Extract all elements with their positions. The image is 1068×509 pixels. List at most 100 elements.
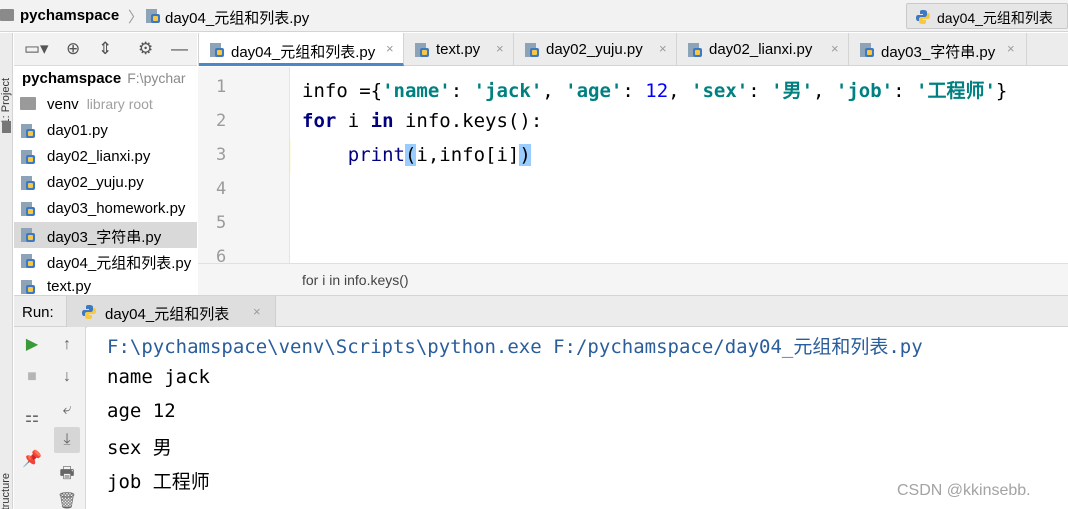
tab-text[interactable]: text.py × [404, 33, 514, 66]
python-file-icon [20, 227, 36, 246]
python-file-icon [859, 42, 875, 61]
line-number-gutter: 1 2 3 4 5 6 [198, 67, 290, 263]
line-number: 6 [216, 247, 227, 263]
structure-tool-window-button[interactable]: Structure [0, 473, 13, 509]
tree-item-venv[interactable]: venv library root [14, 92, 197, 118]
python-run-config-icon [915, 9, 931, 28]
python-file-icon [209, 42, 225, 61]
tab-label: day04_元组和列表.py [231, 44, 376, 61]
console-output-line: name jack [107, 366, 210, 388]
python-file-icon [414, 42, 430, 61]
tab-day02-yuju[interactable]: day02_yuju.py × [514, 33, 677, 66]
tree-venv-name: venv [47, 96, 79, 113]
tree-item-file[interactable]: day02_lianxi.py [14, 144, 197, 170]
hide-panel-icon[interactable]: — [171, 39, 188, 59]
scroll-to-end-icon[interactable]: ⤓ [54, 427, 80, 453]
locate-file-icon[interactable]: ⊕ [66, 39, 80, 59]
scroll-down-icon[interactable]: ↓ [54, 364, 80, 390]
left-tool-stripe: 1: Project Structure [0, 33, 13, 509]
nav-file-name[interactable]: day04_元组和列表.py [165, 7, 309, 28]
close-icon[interactable]: × [386, 41, 394, 56]
project-tree: pychamspace F:\pychar venv library root da… [14, 66, 197, 295]
run-tab[interactable]: day04_元组和列表 × [66, 296, 276, 328]
line-number: 4 [216, 179, 227, 199]
tree-item-file[interactable]: day04_元组和列表.py [14, 248, 197, 274]
close-icon[interactable]: × [1007, 41, 1015, 56]
close-icon[interactable]: × [496, 41, 504, 56]
nav-project-name[interactable]: pychamspace [20, 7, 119, 24]
run-tab-label: day04_元组和列表 [105, 306, 230, 323]
collapse-all-icon[interactable]: ⇕ [98, 39, 112, 59]
project-toolbar: ▭▾ ⊕ ⇕ ⚙ — [14, 33, 197, 66]
tab-day04[interactable]: day04_元组和列表.py × [199, 33, 404, 66]
line-number: 2 [216, 111, 227, 131]
close-icon[interactable]: × [659, 41, 667, 56]
python-file-icon [20, 149, 36, 168]
tree-file-label: day03_字符串.py [47, 229, 162, 246]
tab-label: day03_字符串.py [881, 44, 996, 61]
project-tool-window-button[interactable]: 1: Project [0, 78, 13, 124]
folder-icon [0, 9, 14, 21]
tree-item-file-selected[interactable]: day03_字符串.py [14, 222, 197, 248]
python-file-icon [20, 279, 36, 295]
line-number: 3 [216, 145, 227, 165]
console-command-line: F:\pychamspace\venv\Scripts\python.exe F… [107, 336, 923, 358]
tree-item-file[interactable]: day01.py [14, 118, 197, 144]
tree-file-label: day02_lianxi.py [47, 148, 151, 165]
python-file-icon [524, 42, 540, 61]
console-output-line: sex 男 [107, 437, 172, 459]
tab-day03-string[interactable]: day03_字符串.py × [849, 33, 1027, 66]
navigation-bar: pychamspace 〉 day04_元组和列表.py day04_元组和列表 [0, 0, 1068, 32]
play-icon[interactable]: ▶ [19, 332, 45, 358]
run-toolbar: ▶ ↑ ■ ↓ ⚏ ⤶ 📌 ⤓ 🖶 🗑 [14, 327, 86, 509]
tree-file-label: day04_元组和列表.py [47, 255, 192, 272]
stop-icon[interactable]: ■ [19, 364, 45, 390]
tree-file-label: text.py [47, 278, 92, 295]
layout-icon[interactable]: ⚏ [19, 405, 45, 431]
python-file-icon [20, 253, 36, 272]
python-file-icon [687, 42, 703, 61]
trash-icon[interactable]: 🗑 [54, 489, 80, 509]
editor-tab-bar: day04_元组和列表.py × text.py × day02_yuju.py… [198, 33, 1068, 66]
code-editor[interactable]: info ={'name': 'jack', 'age': 12, 'sex':… [291, 67, 1068, 263]
gear-icon[interactable]: ⚙ [138, 39, 153, 59]
tree-root-row[interactable]: pychamspace F:\pychar [14, 66, 197, 92]
code-line-3: print(i,info[i]) [347, 144, 531, 166]
tree-venv-note: library root [86, 96, 153, 112]
close-icon[interactable]: × [253, 304, 261, 319]
python-file-icon [20, 201, 36, 220]
view-options-icon[interactable]: ▭▾ [24, 39, 49, 59]
close-icon[interactable]: × [831, 41, 839, 56]
pin-icon[interactable]: 📌 [19, 447, 45, 473]
breadcrumb[interactable]: for i in info.keys() [302, 272, 409, 288]
line-number: 5 [216, 213, 227, 233]
nav-separator: 〉 [128, 9, 144, 26]
scroll-up-icon[interactable]: ↑ [54, 332, 80, 358]
tree-item-file[interactable]: day03_homework.py [14, 196, 197, 222]
tree-root-path: F:\pychar [127, 70, 186, 86]
run-configuration-label: day04_元组和列表 [937, 10, 1053, 26]
print-icon[interactable]: 🖶 [54, 461, 80, 487]
python-file-icon [145, 8, 161, 27]
python-file-icon [20, 123, 36, 142]
folder-icon [20, 97, 36, 113]
line-number: 1 [216, 77, 227, 97]
tab-label: day02_yuju.py [546, 41, 643, 58]
run-window-header: Run: day04_元组和列表 × [14, 295, 1068, 328]
console-output-line: job 工程师 [107, 471, 210, 493]
tree-root-name: pychamspace [22, 70, 122, 87]
soft-wrap-icon[interactable]: ⤶ [54, 397, 80, 423]
tree-item-file[interactable]: day02_yuju.py [14, 170, 197, 196]
tree-item-file[interactable]: text.py [14, 274, 197, 295]
tree-file-label: day02_yuju.py [47, 174, 144, 191]
bracket-highlight: ) [519, 144, 531, 166]
console-output-line: age 12 [107, 400, 176, 422]
editor-breadcrumb-bar: for i in info.keys() [198, 263, 1068, 295]
run-configuration-selector[interactable]: day04_元组和列表 [906, 3, 1068, 29]
code-line-2: for i in info.keys(): [302, 110, 543, 132]
tab-label: day02_lianxi.py [709, 41, 813, 58]
run-window-title: Run: [22, 304, 54, 321]
tab-day02-lianxi[interactable]: day02_lianxi.py × [677, 33, 849, 66]
tree-file-label: day01.py [47, 122, 108, 139]
tree-file-label: day03_homework.py [47, 200, 186, 217]
